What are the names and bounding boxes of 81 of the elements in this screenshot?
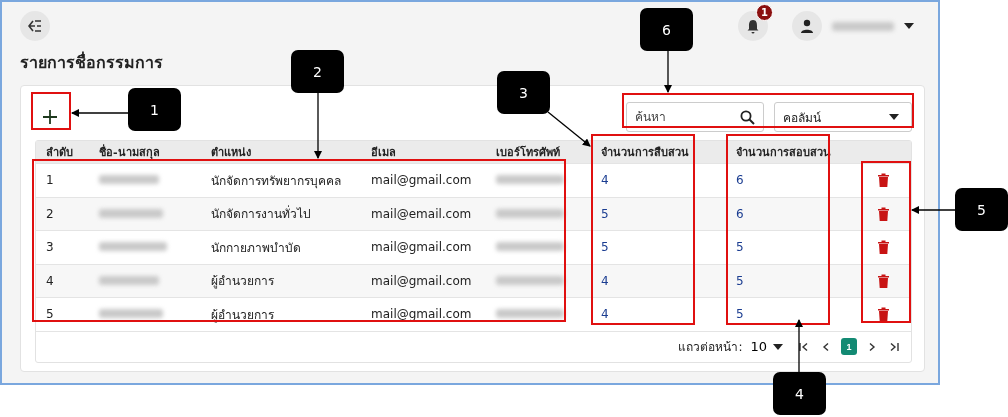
- investigation-count-link[interactable]: 4: [591, 307, 726, 322]
- callout-number: 1: [128, 88, 181, 131]
- blurred-phone: [496, 175, 564, 185]
- blurred-phone: [496, 309, 564, 319]
- blurred-name: [99, 208, 163, 218]
- table-cell-text: mail@gmail.com: [370, 307, 473, 322]
- trash-icon: [878, 307, 889, 322]
- callout-arrow: [71, 109, 129, 117]
- inquiry-count-link[interactable]: 6: [726, 206, 856, 221]
- collapse-menu-icon: [28, 20, 42, 32]
- table-cell-text: 2: [45, 206, 55, 221]
- table-cell-text: mail@gmail.com: [370, 273, 473, 288]
- collapse-menu-button[interactable]: [20, 11, 50, 41]
- trash-icon: [878, 173, 889, 188]
- notification-badge: 1: [756, 4, 773, 21]
- column-header: ลำดับ: [45, 145, 74, 161]
- inquiry-count-link[interactable]: 5: [726, 307, 856, 322]
- table-cell-text: mail@gmail.com: [370, 240, 473, 255]
- column-header: เบอร์โทรศัพท์: [495, 144, 561, 161]
- rows-per-page-dropdown[interactable]: 10: [750, 339, 783, 354]
- table-cell-text: นักกายภาพบำบัด: [210, 239, 302, 257]
- callout-arrow: [911, 206, 956, 214]
- caret-icon: [773, 343, 783, 350]
- table-cell-text: mail@email.com: [370, 206, 473, 221]
- table-cell-text: mail@gmail.com: [370, 173, 473, 188]
- search-field[interactable]: ค้นหา: [626, 102, 764, 132]
- investigation-count-link[interactable]: 4: [591, 173, 726, 188]
- table-cell-text: ผู้อำนวยการ: [210, 306, 275, 324]
- trash-icon: [878, 273, 889, 288]
- callout-number: 4: [773, 372, 826, 415]
- inquiry-count-link[interactable]: 6: [726, 173, 856, 188]
- bell-icon: [746, 18, 760, 34]
- table-cell-text: นักจัดการทรัพยากรบุคคล: [210, 172, 342, 190]
- trash-icon: [878, 206, 889, 221]
- blurred-name: [99, 275, 159, 285]
- column-dropdown[interactable]: คอลัมน์: [774, 102, 912, 132]
- blurred-name: [99, 309, 163, 319]
- blurred-phone: [496, 208, 564, 218]
- callout-number: 3: [497, 71, 550, 114]
- blurred-phone: [496, 275, 564, 285]
- search-icon: [740, 110, 755, 125]
- first-page-icon: [799, 341, 809, 352]
- table-cell-text: ผู้อำนวยการ: [210, 273, 275, 291]
- column-header: อีเมล: [370, 145, 397, 161]
- investigation-count-link[interactable]: 4: [591, 273, 726, 288]
- chevron-left-icon: [822, 341, 830, 352]
- person-icon: [800, 19, 814, 33]
- column-header: ชื่อ-นามสกุล: [98, 143, 161, 161]
- inquiry-count-link[interactable]: 5: [726, 273, 856, 288]
- page-button[interactable]: 1: [841, 338, 857, 355]
- table-cell-text: 5: [45, 307, 55, 322]
- callout-arrow: [314, 92, 322, 159]
- table-cell-text: 3: [45, 240, 55, 255]
- highlight-frame: [31, 92, 71, 130]
- callout-number: 5: [955, 188, 1008, 231]
- caret-icon: [889, 114, 899, 120]
- callout-arrow: [664, 50, 672, 93]
- callout-number: 6: [640, 8, 693, 51]
- blurred-user-name: [832, 21, 894, 31]
- table-cell-text: นักจัดการงานทั่วไป: [210, 204, 312, 224]
- last-page-icon: [889, 341, 899, 352]
- callout-arrow: [547, 111, 591, 147]
- rows-per-page-label: แถวต่อหน้า:: [678, 339, 743, 356]
- inquiry-count-link[interactable]: 5: [726, 240, 856, 255]
- caret-icon[interactable]: [904, 23, 914, 29]
- page-title: รายการชื่อกรรมการ: [20, 50, 163, 74]
- blurred-phone: [496, 242, 564, 252]
- callout-number: 2: [291, 50, 344, 93]
- column-header: ตำแหน่ง: [210, 145, 252, 161]
- user-avatar-button[interactable]: [792, 11, 822, 41]
- investigation-count-link[interactable]: 5: [591, 206, 726, 221]
- column-header: จำนวนการสืบสวน: [600, 145, 690, 161]
- chevron-right-icon: [868, 341, 876, 352]
- blurred-name: [99, 242, 167, 252]
- investigation-count-link[interactable]: 5: [591, 240, 726, 255]
- callout-arrow: [795, 319, 803, 373]
- plus-icon: [43, 110, 57, 124]
- table-cell-text: 1: [45, 173, 55, 188]
- table-cell-text: 4: [45, 273, 55, 288]
- trash-icon: [878, 240, 889, 255]
- blurred-name: [99, 175, 159, 185]
